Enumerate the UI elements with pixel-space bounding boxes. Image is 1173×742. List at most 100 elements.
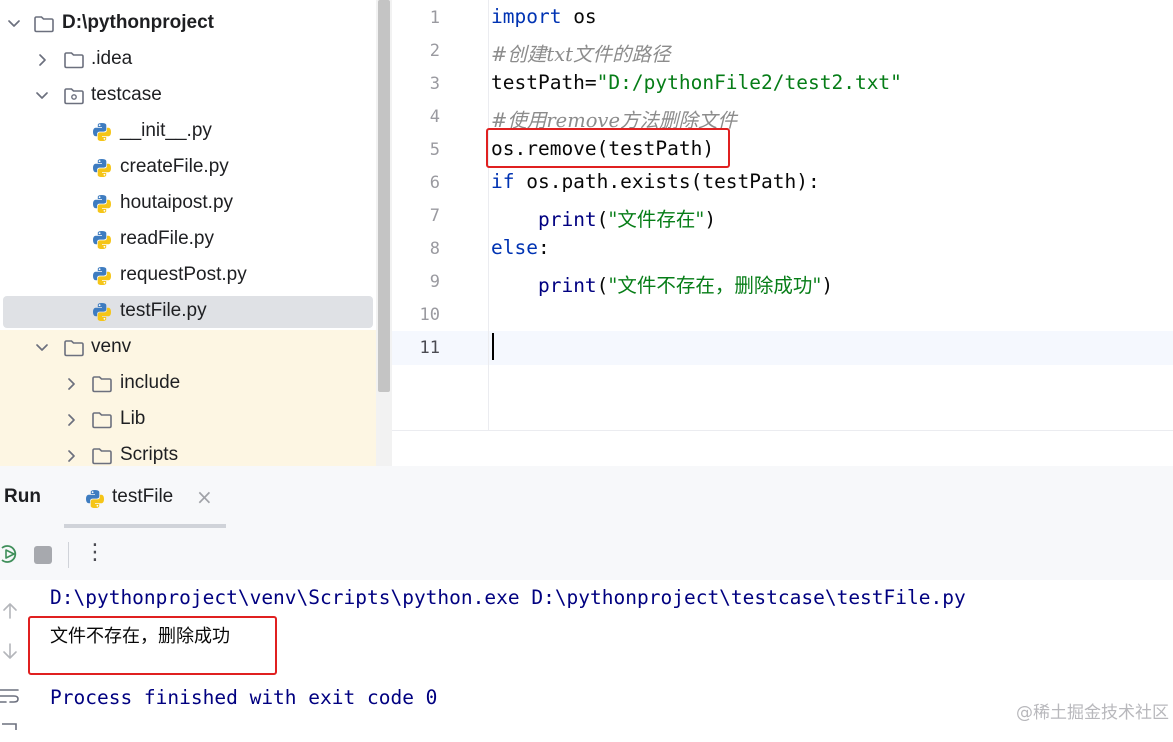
python-file-icon: [91, 265, 113, 287]
code-editor[interactable]: 1 2 3 4 5 6 7 8 9 10 11 import os #创建txt…: [392, 0, 1173, 466]
folder-icon: [63, 337, 85, 359]
line-number: 6: [429, 173, 440, 193]
annotation-highlight-box: [28, 616, 277, 675]
folder-icon: [91, 409, 113, 431]
tree-item-label: Scripts: [120, 444, 179, 465]
tree-item-idea[interactable]: .idea: [0, 42, 376, 78]
tree-item-label: testFile.py: [120, 300, 207, 321]
tree-item-label: readFile.py: [120, 228, 214, 249]
chevron-right-icon[interactable]: [34, 50, 50, 70]
python-file-icon: [84, 488, 106, 510]
tree-item-venv[interactable]: venv: [0, 330, 376, 366]
rerun-icon[interactable]: [0, 542, 18, 566]
console-command-line: D:\pythonproject\venv\Scripts\python.exe…: [50, 586, 966, 609]
line-number: 7: [429, 206, 440, 226]
code-text: ): [704, 208, 717, 231]
code-text: testPath=: [491, 71, 597, 94]
code-text: ): [821, 274, 834, 297]
print-icon[interactable]: [0, 720, 22, 742]
run-header: Run testFile ×: [0, 466, 1173, 528]
soft-wrap-icon[interactable]: [0, 684, 22, 706]
close-icon[interactable]: ×: [196, 486, 213, 508]
tree-item-label: testcase: [91, 84, 162, 105]
console-exit-message: Process finished with exit code 0: [50, 686, 438, 709]
string-literal: "文件不存在，删除成功": [608, 274, 822, 297]
code-text: os: [561, 5, 597, 28]
current-line-highlight: [392, 331, 1173, 365]
tree-item-label: houtaipost.py: [120, 192, 234, 213]
tree-scrollbar-thumb[interactable]: [378, 0, 390, 392]
keyword: else: [491, 236, 538, 259]
gutter-divider: [488, 0, 489, 430]
python-file-icon: [91, 121, 113, 143]
python-file-icon: [91, 193, 113, 215]
line-number: 5: [429, 140, 440, 160]
run-tool-window: Run testFile × ⋮ D:\pythonproject\venv\S…: [0, 466, 1173, 730]
tree-item-init-py[interactable]: __init__.py: [0, 114, 376, 150]
line-number: 4: [429, 107, 440, 127]
folder-icon: [91, 373, 113, 395]
scroll-up-icon[interactable]: [0, 600, 22, 622]
tree-item-label: Lib: [120, 408, 146, 429]
more-icon[interactable]: ⋮: [84, 540, 106, 566]
code-line-8[interactable]: else:: [491, 236, 550, 259]
builtin-function: print: [537, 208, 597, 231]
tree-item-readfile-py[interactable]: readFile.py: [0, 222, 376, 258]
python-file-icon: [91, 157, 113, 179]
console-output[interactable]: D:\pythonproject\venv\Scripts\python.exe…: [28, 580, 1173, 729]
scroll-down-icon[interactable]: [0, 640, 22, 662]
tree-item-requestpost-py[interactable]: requestPost.py: [0, 258, 376, 294]
run-toolbar: ⋮: [0, 528, 1173, 580]
tree-item-scripts[interactable]: Scripts: [0, 438, 376, 466]
line-number-current: 11: [419, 338, 440, 358]
tree-item-label: requestPost.py: [120, 264, 247, 285]
code-line-9[interactable]: print("文件不存在，删除成功"): [491, 269, 833, 298]
toolbar-separator: [68, 542, 69, 568]
chevron-right-icon[interactable]: [63, 446, 79, 466]
folder-icon: [63, 49, 85, 71]
tree-item-houtaipost-py[interactable]: houtaipost.py: [0, 186, 376, 222]
code-text: :: [537, 236, 550, 259]
tree-item-label: include: [120, 372, 181, 393]
stop-icon[interactable]: [34, 546, 52, 564]
folder-icon: [91, 445, 113, 466]
code-line-7[interactable]: print("文件存在"): [491, 203, 716, 232]
tree-item-testcase[interactable]: testcase: [0, 78, 376, 114]
line-number: 8: [429, 239, 440, 259]
tab-label: testFile: [112, 486, 174, 507]
line-number: 1: [429, 8, 440, 28]
code-line-1[interactable]: import os: [491, 5, 597, 28]
tree-item-createfile-py[interactable]: createFile.py: [0, 150, 376, 186]
chevron-right-icon[interactable]: [63, 410, 79, 430]
tree-item-lib[interactable]: Lib: [0, 402, 376, 438]
keyword: if: [491, 170, 515, 193]
watermark: @稀土掘金技术社区: [1016, 703, 1169, 723]
code-line-6[interactable]: if os.path.exists(testPath):: [491, 170, 820, 193]
comment: #创建txt文件的路径: [491, 43, 671, 66]
keyword: import: [491, 5, 562, 28]
chevron-down-icon[interactable]: [34, 338, 50, 358]
chevron-right-icon[interactable]: [63, 374, 79, 394]
run-panel-title: Run: [4, 486, 41, 507]
tree-item-label: createFile.py: [120, 156, 229, 177]
tree-item-project-root[interactable]: D:\pythonproject: [0, 6, 376, 42]
code-line-2[interactable]: #创建txt文件的路径: [491, 38, 671, 67]
line-number: 2: [429, 41, 440, 61]
project-tree: D:\pythonproject .idea testcase __init__…: [0, 0, 392, 466]
line-number: 9: [429, 272, 440, 292]
builtin-function: print: [537, 274, 597, 297]
tree-item-testfile-py[interactable]: testFile.py: [0, 294, 376, 330]
chevron-down-icon[interactable]: [34, 86, 50, 106]
line-number: 3: [429, 74, 440, 94]
code-text: (: [596, 208, 609, 231]
line-number: 10: [419, 305, 440, 325]
tree-item-include[interactable]: include: [0, 366, 376, 402]
tree-item-label: venv: [91, 336, 132, 357]
code-line-3[interactable]: testPath="D:/pythonFile2/test2.txt": [491, 71, 902, 94]
string-literal: "D:/pythonFile2/test2.txt": [596, 71, 902, 94]
chevron-down-icon[interactable]: [6, 14, 22, 34]
string-literal: "文件存在": [608, 208, 705, 231]
folder-icon: [33, 13, 55, 35]
